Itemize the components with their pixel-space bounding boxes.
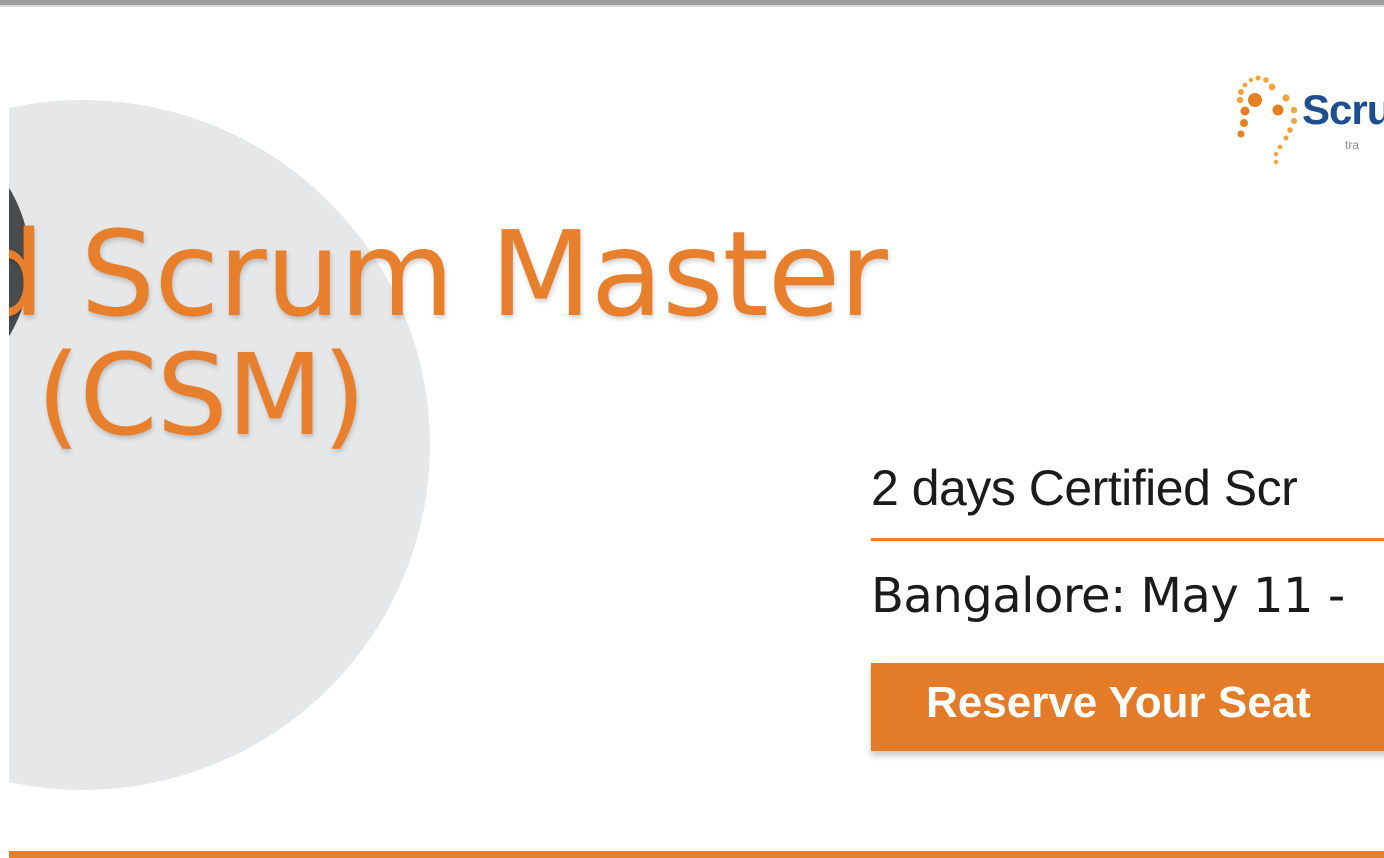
- logo-tagline: tra: [1345, 138, 1360, 152]
- left-margin: [0, 7, 9, 858]
- banner-title-line-2: g (CSM): [0, 331, 366, 461]
- logo-wordmark: Scru: [1302, 86, 1384, 133]
- location-dates-text: Bangalore: May 11 -: [871, 568, 1345, 624]
- reserve-seat-button[interactable]: Reserve Your Seat: [871, 663, 1384, 751]
- course-info-text: 2 days Certified Scr: [871, 460, 1298, 516]
- top-divider-shadow: [0, 5, 1384, 7]
- bottom-accent-bar: [9, 851, 1384, 858]
- banner-frame: d Scrum Master g (CSM) Sc: [0, 0, 1384, 858]
- info-divider: [871, 538, 1384, 541]
- reserve-seat-button-label: Reserve Your Seat: [926, 678, 1311, 727]
- banner-title-line-1: d Scrum Master: [0, 205, 888, 343]
